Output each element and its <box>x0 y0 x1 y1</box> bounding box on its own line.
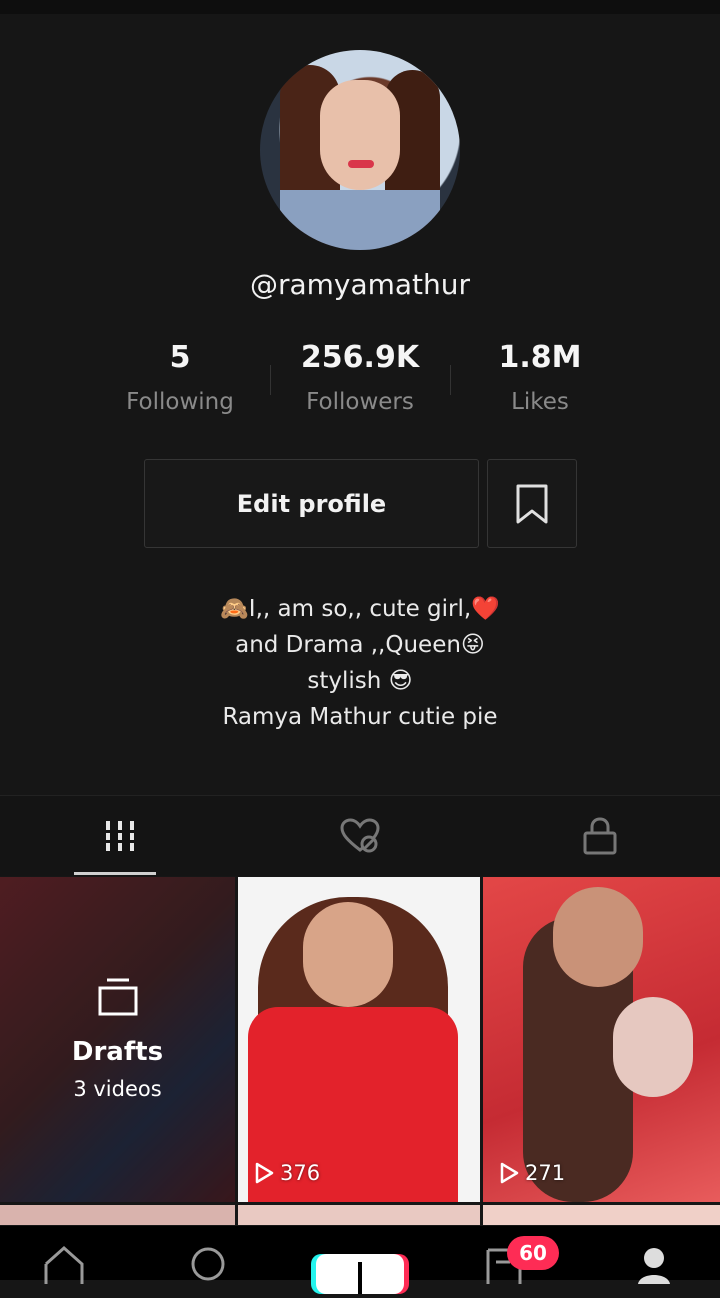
lock-icon <box>583 817 617 855</box>
bottom-navigation <box>0 1226 720 1294</box>
tab-private[interactable] <box>480 796 720 876</box>
active-tab-indicator <box>74 872 156 875</box>
favorites-button[interactable] <box>487 459 577 548</box>
edit-profile-button[interactable]: Edit profile <box>144 459 479 548</box>
liked-hidden-icon <box>340 818 380 853</box>
bookmark-icon <box>516 484 548 523</box>
video-thumbnail[interactable] <box>0 1205 235 1225</box>
play-icon <box>500 1162 519 1184</box>
nav-home[interactable] <box>40 1244 88 1288</box>
profile-bio: 🙈I,, am so,, cute girl,❤️ and Drama ,,Qu… <box>0 590 720 734</box>
stat-following[interactable]: 5 Following <box>90 340 270 415</box>
view-count-value: 271 <box>525 1161 566 1185</box>
video-grid: Drafts 3 videos 376 271 <box>0 877 720 1207</box>
stat-followers-label: Followers <box>306 389 414 415</box>
status-bar <box>0 0 720 14</box>
video-grid-next-row <box>0 1205 720 1225</box>
view-count-value: 376 <box>280 1161 321 1185</box>
profile-avatar[interactable] <box>260 50 460 250</box>
grid-icon <box>103 821 137 851</box>
video-thumbnail[interactable] <box>483 1205 720 1225</box>
nav-profile[interactable] <box>636 1244 676 1288</box>
inbox-badge: 60 <box>507 1236 559 1270</box>
bio-line: and Drama ,,Queen😝 <box>235 632 485 658</box>
bio-line: Ramya Mathur cutie pie <box>222 704 498 730</box>
home-icon <box>44 1245 84 1284</box>
play-icon <box>255 1162 274 1184</box>
video-thumbnail[interactable] <box>238 1205 480 1225</box>
drafts-icon <box>98 978 137 1016</box>
profile-stats: 5 Following 256.9K Followers 1.8M Likes <box>90 340 630 430</box>
stat-likes-label: Likes <box>511 389 569 415</box>
username: @ramyamathur <box>249 268 471 301</box>
nav-discover[interactable] <box>188 1244 232 1288</box>
stat-followers-value: 256.9K <box>300 340 420 375</box>
stat-following-value: 5 <box>169 340 191 375</box>
tab-liked[interactable] <box>240 796 480 876</box>
bio-line: 🙈I,, am so,, cute girl,❤️ <box>220 596 500 622</box>
view-count: 271 <box>499 1161 565 1185</box>
bio-line: stylish 😎 <box>307 668 413 694</box>
stat-likes[interactable]: 1.8M Likes <box>450 340 630 415</box>
drafts-count: 3 videos <box>73 1077 162 1101</box>
stat-followers[interactable]: 256.9K Followers <box>270 340 450 415</box>
drafts-title: Drafts <box>71 1037 164 1067</box>
profile-tabs <box>0 795 720 876</box>
create-button[interactable] <box>316 1254 404 1294</box>
stat-following-label: Following <box>126 389 234 415</box>
create-icon <box>358 1262 362 1294</box>
view-count: 376 <box>254 1161 320 1185</box>
stat-likes-value: 1.8M <box>498 340 582 375</box>
video-thumbnail[interactable]: 376 <box>238 877 480 1202</box>
tab-videos[interactable] <box>0 796 240 876</box>
drafts-tile[interactable]: Drafts 3 videos <box>0 877 235 1202</box>
discover-icon <box>191 1247 225 1281</box>
profile-icon <box>638 1248 670 1284</box>
video-thumbnail[interactable]: 271 <box>483 877 720 1202</box>
